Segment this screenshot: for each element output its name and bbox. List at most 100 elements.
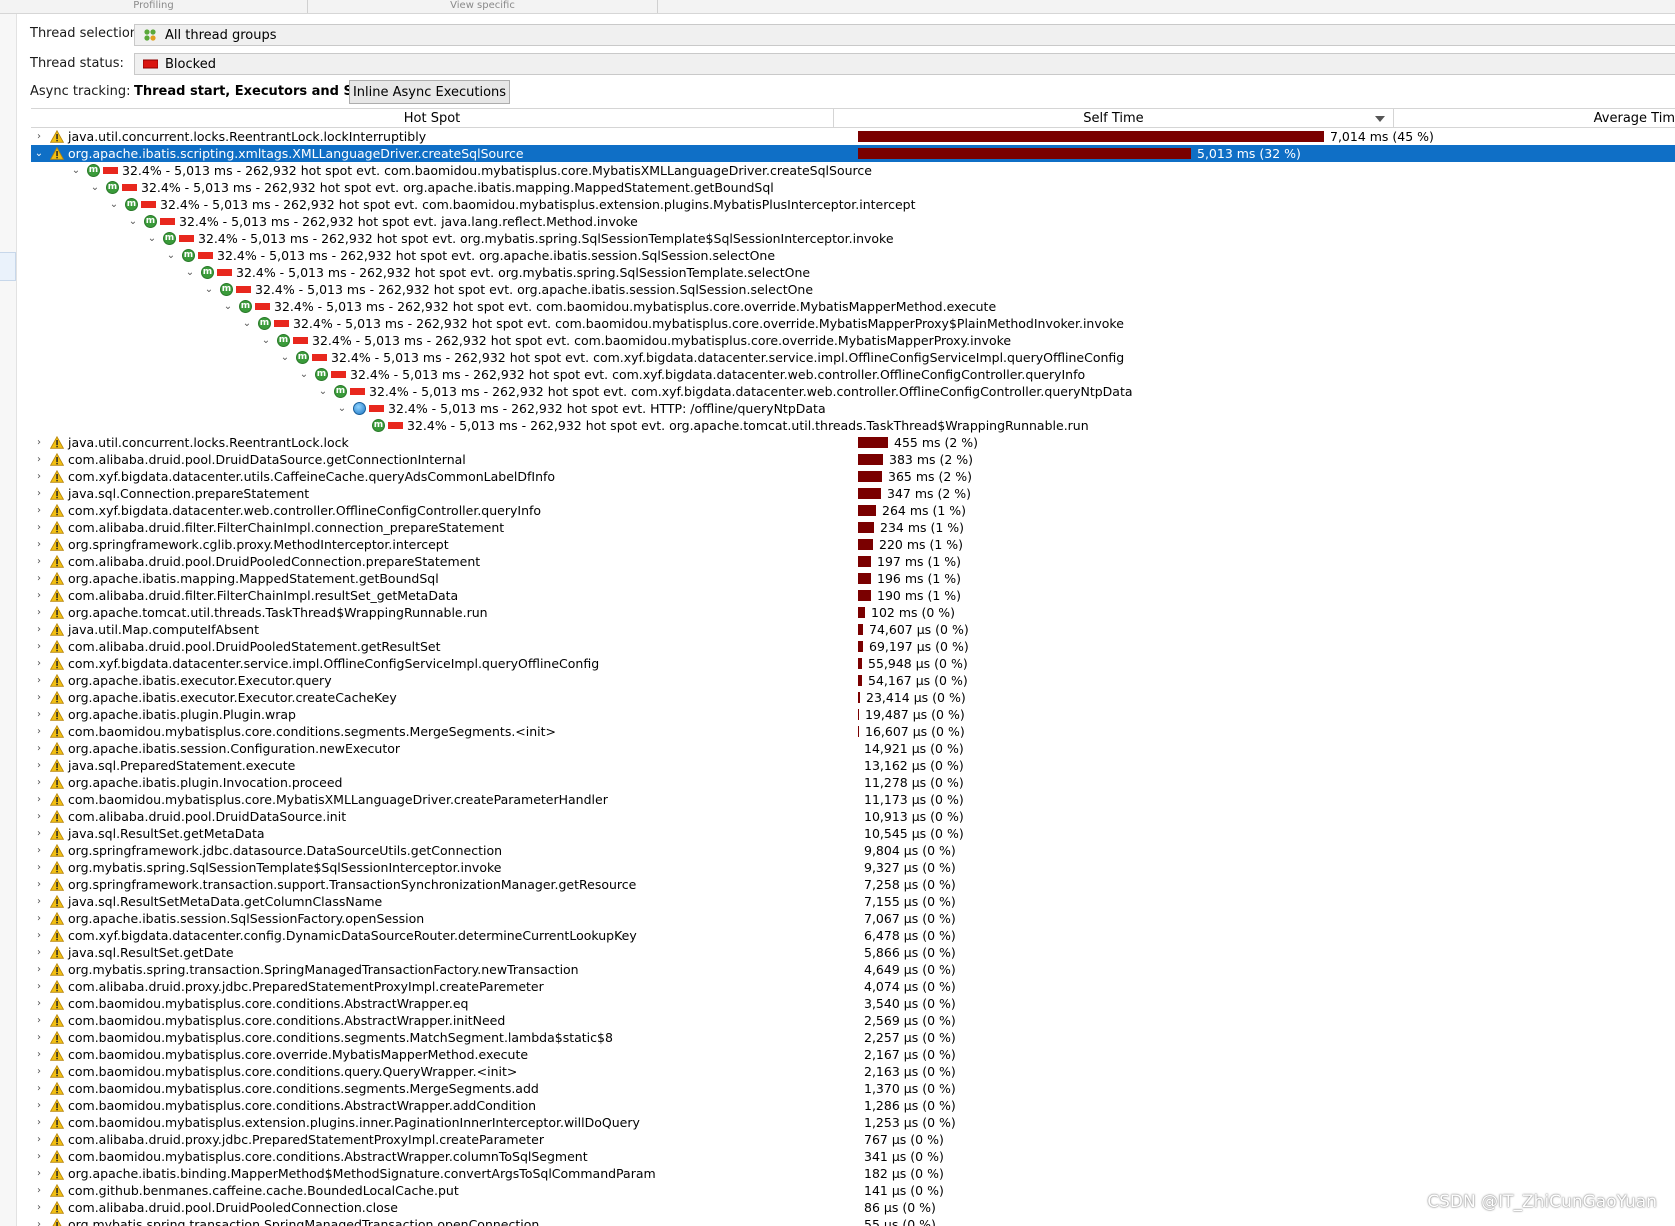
hot-spot-row[interactable]: › java.util.concurrent.locks.ReentrantLoc…: [31, 128, 1675, 145]
hot-spot-row[interactable]: › com.baomidou.mybatisplus.core.condition…: [31, 1029, 1675, 1046]
expand-icon[interactable]: ›: [33, 944, 45, 961]
hot-spot-row[interactable]: › com.baomidou.mybatisplus.core.condition…: [31, 1148, 1675, 1165]
expand-icon[interactable]: ›: [33, 808, 45, 825]
hot-spot-row[interactable]: › org.apache.ibatis.mapping.MappedStateme…: [31, 570, 1675, 587]
hot-spot-row[interactable]: › org.apache.ibatis.binding.MapperMethod$…: [31, 1165, 1675, 1182]
hot-spot-row[interactable]: › org.apache.ibatis.executor.Executor.que…: [31, 672, 1675, 689]
backtrace-row[interactable]: ⌄ 32.4% - 5,013 ms - 262,932 hot spot evt…: [31, 400, 1675, 417]
expand-icon[interactable]: ›: [33, 1046, 45, 1063]
hot-spot-row[interactable]: › java.util.Map.computeIfAbsent 74,607 µs …: [31, 621, 1675, 638]
average-time-column-header[interactable]: Average Tim: [1394, 109, 1675, 128]
hot-spot-row[interactable]: › java.sql.Connection.prepareStatement 347…: [31, 485, 1675, 502]
expand-icon[interactable]: ›: [33, 604, 45, 621]
hot-spot-row[interactable]: › org.springframework.jdbc.datasource.Dat…: [31, 842, 1675, 859]
expand-icon[interactable]: ›: [33, 587, 45, 604]
backtrace-row[interactable]: ⌄ m 32.4% - 5,013 ms - 262,932 hot spot ev…: [31, 247, 1675, 264]
backtrace-row[interactable]: ⌄ m 32.4% - 5,013 ms - 262,932 hot spot ev…: [31, 315, 1675, 332]
collapse-icon[interactable]: ⌄: [184, 264, 196, 281]
hot-spot-row[interactable]: › com.alibaba.druid.filter.FilterChainImp…: [31, 587, 1675, 604]
expand-icon[interactable]: ›: [33, 655, 45, 672]
expand-icon[interactable]: ›: [33, 978, 45, 995]
expand-icon[interactable]: ›: [33, 859, 45, 876]
expand-icon[interactable]: ›: [33, 638, 45, 655]
collapse-icon[interactable]: ⌄: [146, 230, 158, 247]
hot-spot-row[interactable]: › org.mybatis.spring.transaction.SpringMa…: [31, 961, 1675, 978]
expand-icon[interactable]: ›: [33, 570, 45, 587]
collapse-icon[interactable]: ⌄: [336, 400, 348, 417]
backtrace-row[interactable]: ⌄ m 32.4% - 5,013 ms - 262,932 hot spot ev…: [31, 230, 1675, 247]
backtrace-row[interactable]: ⌄ m 32.4% - 5,013 ms - 262,932 hot spot ev…: [31, 196, 1675, 213]
hot-spot-row[interactable]: › com.baomidou.mybatisplus.core.condition…: [31, 1097, 1675, 1114]
hot-spot-row[interactable]: › com.alibaba.druid.pool.DruidPooledState…: [31, 638, 1675, 655]
expand-icon[interactable]: ›: [33, 706, 45, 723]
expand-icon[interactable]: ›: [33, 1029, 45, 1046]
collapse-icon[interactable]: ⌄: [33, 145, 45, 162]
collapse-icon[interactable]: ⌄: [108, 196, 120, 213]
hot-spot-row[interactable]: › java.sql.ResultSet.getDate 5,866 µs (0 %…: [31, 944, 1675, 961]
expand-icon[interactable]: ›: [33, 1080, 45, 1097]
collapse-icon[interactable]: ⌄: [260, 332, 272, 349]
backtrace-row[interactable]: ⌄ m 32.4% - 5,013 ms - 262,932 hot spot ev…: [31, 298, 1675, 315]
collapse-icon[interactable]: ⌄: [70, 162, 82, 179]
expand-icon[interactable]: ›: [33, 1199, 45, 1216]
expand-icon[interactable]: ›: [33, 621, 45, 638]
hot-spot-row[interactable]: › com.alibaba.druid.proxy.jdbc.PreparedSt…: [31, 1131, 1675, 1148]
hot-spot-row[interactable]: › java.sql.ResultSet.getMetaData 10,545 µs…: [31, 825, 1675, 842]
hot-spot-row[interactable]: › com.baomidou.mybatisplus.core.condition…: [31, 995, 1675, 1012]
backtrace-row[interactable]: ⌄ m 32.4% - 5,013 ms - 262,932 hot spot ev…: [31, 213, 1675, 230]
collapse-icon[interactable]: ⌄: [89, 179, 101, 196]
expand-icon[interactable]: ›: [33, 825, 45, 842]
hot-spot-row[interactable]: › org.apache.ibatis.session.Configuration…: [31, 740, 1675, 757]
collapse-icon[interactable]: ⌄: [241, 315, 253, 332]
expand-icon[interactable]: ›: [33, 672, 45, 689]
expand-icon[interactable]: ›: [33, 502, 45, 519]
hot-spot-row[interactable]: › org.mybatis.spring.SqlSessionTemplate$S…: [31, 859, 1675, 876]
hot-spot-row[interactable]: › org.apache.tomcat.util.threads.TaskThre…: [31, 604, 1675, 621]
expand-icon[interactable]: ›: [33, 774, 45, 791]
hot-spot-row[interactable]: › org.mybatis.spring.transaction.SpringMa…: [31, 1216, 1675, 1226]
expand-icon[interactable]: ›: [33, 1012, 45, 1029]
expand-icon[interactable]: ›: [33, 536, 45, 553]
expand-icon[interactable]: ›: [33, 1097, 45, 1114]
backtrace-row[interactable]: ⌄ m 32.4% - 5,013 ms - 262,932 hot spot ev…: [31, 281, 1675, 298]
hot-spot-row[interactable]: › com.baomidou.mybatisplus.core.condition…: [31, 723, 1675, 740]
thread-status-dropdown[interactable]: Blocked: [134, 53, 1675, 75]
collapse-icon[interactable]: ⌄: [165, 247, 177, 264]
hot-spot-row[interactable]: › com.xyf.bigdata.datacenter.utils.Caffei…: [31, 468, 1675, 485]
expand-icon[interactable]: ›: [33, 927, 45, 944]
hot-spot-row[interactable]: › com.xyf.bigdata.datacenter.service.impl…: [31, 655, 1675, 672]
hot-spot-row[interactable]: › com.baomidou.mybatisplus.core.override.…: [31, 1046, 1675, 1063]
backtrace-row[interactable]: ⌄ m 32.4% - 5,013 ms - 262,932 hot spot ev…: [31, 179, 1675, 196]
hot-spot-row[interactable]: › com.alibaba.druid.proxy.jdbc.PreparedSt…: [31, 978, 1675, 995]
expand-icon[interactable]: ›: [33, 468, 45, 485]
expand-icon[interactable]: ›: [33, 995, 45, 1012]
hot-spot-row[interactable]: › com.alibaba.druid.filter.FilterChainImp…: [31, 519, 1675, 536]
expand-icon[interactable]: ›: [33, 961, 45, 978]
thread-selection-dropdown[interactable]: All thread groups: [134, 24, 1675, 46]
expand-icon[interactable]: ›: [33, 1063, 45, 1080]
hot-spot-row[interactable]: › java.util.concurrent.locks.ReentrantLoc…: [31, 434, 1675, 451]
collapse-icon[interactable]: ⌄: [127, 213, 139, 230]
hot-spot-row[interactable]: › com.alibaba.druid.pool.DruidPooledConne…: [31, 553, 1675, 570]
expand-icon[interactable]: ›: [33, 757, 45, 774]
hot-spot-row[interactable]: › java.sql.PreparedStatement.execute 13,16…: [31, 757, 1675, 774]
collapse-icon[interactable]: ⌄: [203, 281, 215, 298]
self-time-column-header[interactable]: Self Time: [834, 109, 1394, 128]
hot-spot-row[interactable]: › org.apache.ibatis.session.SqlSessionFac…: [31, 910, 1675, 927]
hot-spot-row[interactable]: › com.baomidou.mybatisplus.core.condition…: [31, 1080, 1675, 1097]
backtrace-row[interactable]: ⌄ m 32.4% - 5,013 ms - 262,932 hot spot ev…: [31, 162, 1675, 179]
hot-spot-row[interactable]: › org.apache.ibatis.plugin.Plugin.wrap 19,…: [31, 706, 1675, 723]
expand-icon[interactable]: ›: [33, 128, 45, 145]
hot-spot-row[interactable]: › com.baomidou.mybatisplus.core.condition…: [31, 1012, 1675, 1029]
hot-spot-row[interactable]: › org.springframework.cglib.proxy.MethodI…: [31, 536, 1675, 553]
expand-icon[interactable]: ›: [33, 1131, 45, 1148]
expand-icon[interactable]: ›: [33, 893, 45, 910]
hot-spot-column-header[interactable]: Hot Spot: [31, 109, 834, 128]
expand-icon[interactable]: ›: [33, 1216, 45, 1226]
expand-icon[interactable]: ›: [33, 876, 45, 893]
expand-icon[interactable]: ›: [33, 553, 45, 570]
backtrace-row[interactable]: ⌄ m 32.4% - 5,013 ms - 262,932 hot spot ev…: [31, 366, 1675, 383]
backtrace-row[interactable]: ⌄ m 32.4% - 5,013 ms - 262,932 hot spot ev…: [31, 349, 1675, 366]
hot-spot-row[interactable]: › com.baomidou.mybatisplus.core.condition…: [31, 1063, 1675, 1080]
expand-icon[interactable]: ›: [33, 723, 45, 740]
